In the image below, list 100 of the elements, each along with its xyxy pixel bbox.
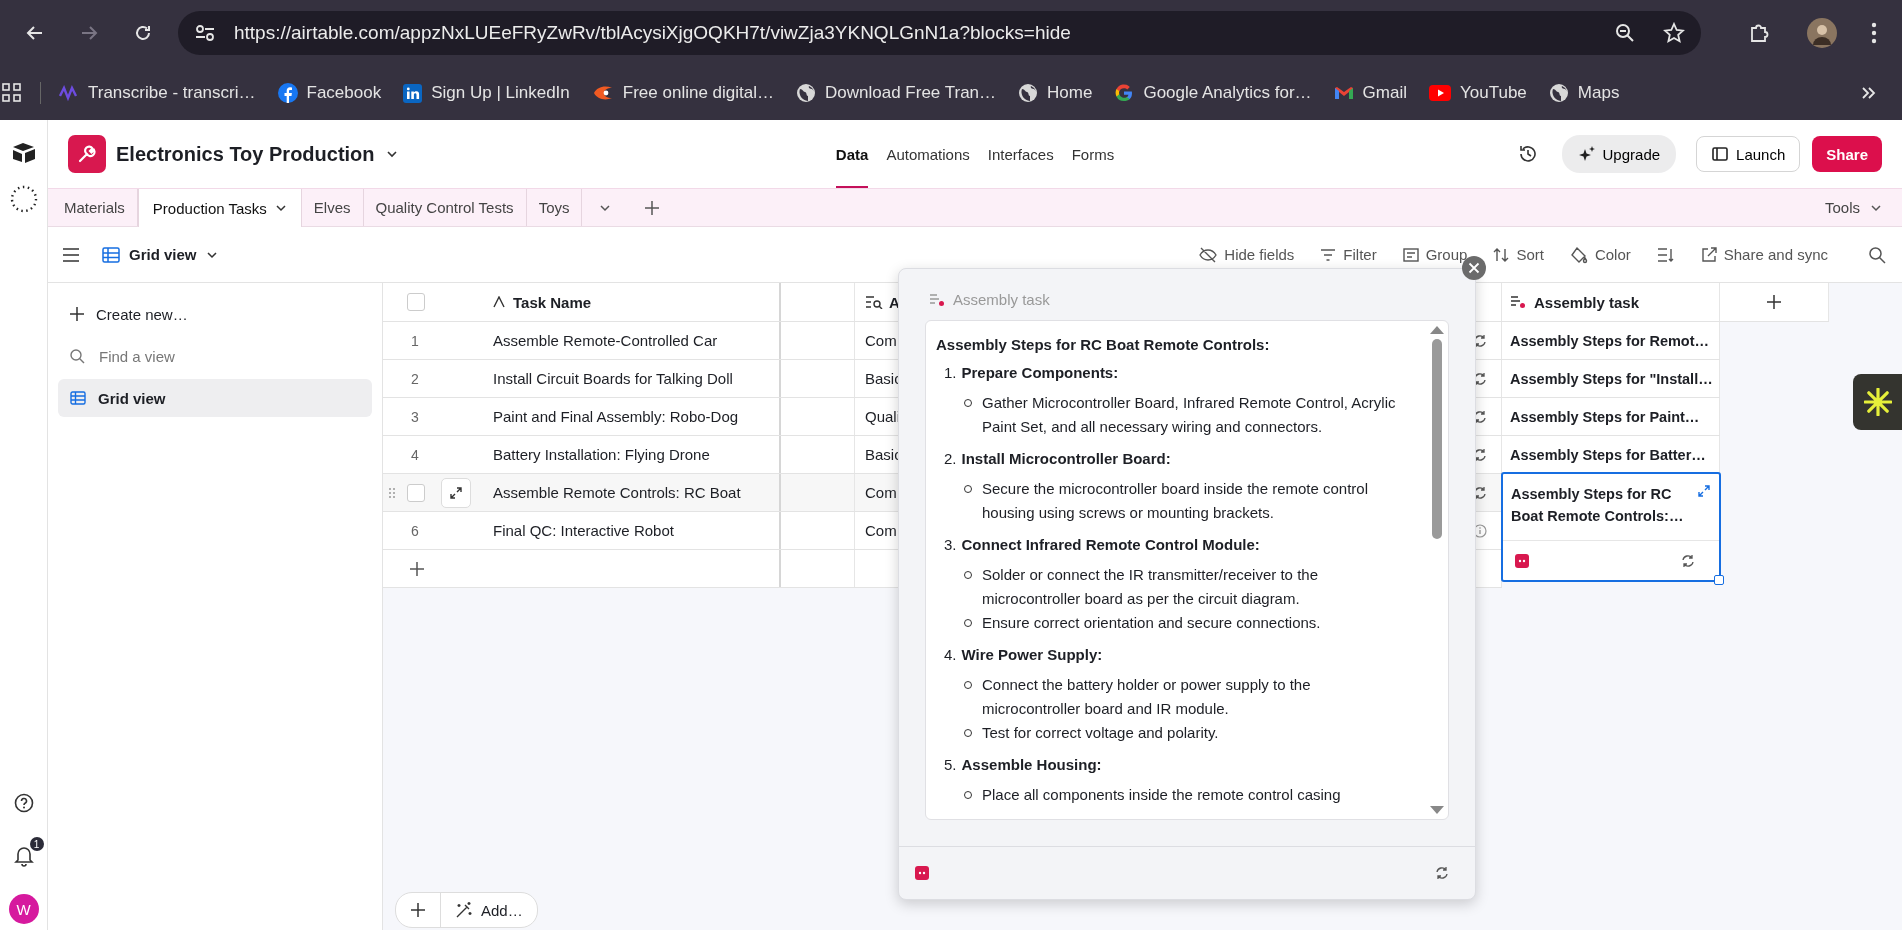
resize-handle[interactable] bbox=[1714, 575, 1724, 585]
bookmark-link[interactable]: Google Analytics for… bbox=[1114, 83, 1312, 103]
expand-record-button[interactable] bbox=[441, 477, 471, 508]
add-button[interactable]: Add… bbox=[455, 901, 523, 919]
bookmark-link[interactable]: Gmail bbox=[1333, 83, 1407, 103]
scrollbar-thumb[interactable] bbox=[1432, 339, 1442, 539]
refresh-icon[interactable] bbox=[1473, 371, 1487, 386]
view-item[interactable]: Grid view bbox=[58, 379, 372, 417]
content-heading: Assembly Steps for RC Boat Remote Controls: bbox=[936, 335, 1271, 355]
step-text: Gather Microcontroller Board, Infrared Remote Control, Acrylic Paint Set, and all necessary wiring and connectors. bbox=[982, 393, 1397, 437]
select-all-checkbox[interactable] bbox=[407, 293, 425, 311]
table-tab[interactable]: Quality Control Tests bbox=[363, 189, 527, 226]
zoom-out-icon[interactable] bbox=[1615, 23, 1635, 43]
nav-tab[interactable]: Automations bbox=[886, 120, 970, 188]
bookmark-link[interactable]: Facebook bbox=[277, 83, 382, 103]
bookmark-link[interactable]: Download Free Tran… bbox=[796, 83, 997, 103]
toolbar-button[interactable]: Share and sync bbox=[1700, 246, 1828, 263]
add-table-icon[interactable] bbox=[644, 199, 661, 216]
base-icon[interactable] bbox=[68, 135, 106, 173]
nav-tab[interactable]: Interfaces bbox=[987, 120, 1054, 188]
toolbar-button[interactable]: Sort bbox=[1493, 246, 1544, 263]
scroll-down-arrow[interactable] bbox=[1430, 805, 1444, 815]
bookmark-link[interactable]: Sign Up | LinkedIn bbox=[403, 83, 570, 103]
reload-icon[interactable] bbox=[133, 23, 153, 43]
toolbar-button[interactable]: Hide fields bbox=[1199, 246, 1295, 263]
history-icon[interactable] bbox=[1517, 144, 1538, 164]
bot-icon[interactable] bbox=[915, 866, 929, 880]
search-icon[interactable] bbox=[1868, 245, 1886, 264]
paint-bucket-icon bbox=[1569, 245, 1588, 264]
nav-tab[interactable]: Forms bbox=[1071, 120, 1115, 188]
table-tab[interactable]: Production Tasks bbox=[137, 189, 302, 227]
table-cell: Assembly Steps for Remot… bbox=[1510, 332, 1710, 349]
refresh-icon[interactable] bbox=[1473, 333, 1487, 348]
table-cell: Paint and Final Assembly: Robo-Dog bbox=[493, 408, 739, 425]
step-number: 5. bbox=[944, 755, 957, 775]
step-title: Wire Power Supply: bbox=[961, 645, 1103, 665]
refresh-icon[interactable] bbox=[1435, 866, 1449, 880]
table-cell: Com bbox=[865, 332, 897, 349]
step-title: Install Microcontroller Board: bbox=[961, 449, 1171, 469]
refresh-icon[interactable] bbox=[1473, 409, 1487, 424]
selected-cell[interactable]: Assembly Steps for RC Boat Remote Controls:… bbox=[1501, 472, 1721, 582]
globe-icon bbox=[796, 83, 816, 103]
bookmark-link[interactable]: YouTube bbox=[1429, 83, 1527, 103]
refresh-icon[interactable] bbox=[1473, 447, 1487, 462]
tools-menu[interactable]: Tools bbox=[1824, 189, 1902, 226]
table-tab[interactable]: Toys bbox=[526, 189, 583, 226]
launch-button[interactable]: Launch bbox=[1696, 136, 1801, 172]
bookmark-link[interactable]: Free online digital… bbox=[591, 83, 774, 103]
toolbar-button[interactable]: Color bbox=[1569, 245, 1631, 264]
user-avatar[interactable]: W bbox=[8, 894, 39, 924]
site-settings-icon[interactable] bbox=[194, 24, 216, 42]
bell-icon[interactable] bbox=[13, 845, 34, 867]
view-switcher[interactable]: Grid view bbox=[102, 246, 218, 263]
profile-avatar[interactable] bbox=[1807, 18, 1837, 48]
step-title: Assemble Housing: bbox=[961, 755, 1102, 775]
menu-icon[interactable] bbox=[1871, 22, 1877, 44]
create-new-button[interactable]: Create new… bbox=[58, 295, 372, 333]
column-header[interactable]: Assembly task bbox=[1502, 283, 1720, 321]
toolbar-button[interactable]: Group bbox=[1402, 246, 1468, 263]
bookmark-link[interactable]: Transcribe - transcri… bbox=[59, 83, 256, 103]
toolbar-button[interactable]: Filter bbox=[1320, 246, 1377, 263]
row-number: 2 bbox=[410, 370, 420, 387]
menu-icon[interactable] bbox=[62, 247, 80, 262]
refresh-icon[interactable] bbox=[1473, 485, 1487, 500]
caret-icon bbox=[274, 202, 287, 214]
apps-icon[interactable] bbox=[2, 83, 22, 103]
scroll-up-arrow[interactable] bbox=[1430, 325, 1444, 335]
long-text-field[interactable] bbox=[925, 320, 1449, 820]
lookup-icon bbox=[865, 295, 883, 309]
drag-handle-icon[interactable] bbox=[388, 486, 396, 499]
upgrade-button[interactable]: Upgrade bbox=[1561, 135, 1677, 173]
row-checkbox[interactable] bbox=[407, 483, 425, 502]
floating-widget[interactable] bbox=[1853, 374, 1902, 430]
extensions-icon[interactable] bbox=[1748, 22, 1770, 44]
logo-icon[interactable] bbox=[11, 142, 36, 164]
address-bar[interactable]: https://airtable.com/appzNxLUEeFRyZwRv/tblAcysiXjgOQKH7t/viwZja3YKNQLGnN1a?blocks=hide bbox=[178, 11, 1701, 55]
table-tab[interactable]: Materials bbox=[52, 189, 138, 226]
table-cell: Assemble Remote Controls: RC Boat bbox=[493, 484, 741, 501]
bookmark-link[interactable]: Maps bbox=[1548, 83, 1620, 103]
table-tab[interactable]: Elves bbox=[301, 189, 364, 226]
star-icon[interactable] bbox=[1663, 22, 1685, 44]
bot-icon[interactable] bbox=[1515, 553, 1529, 568]
find-view-field[interactable]: Find a view bbox=[97, 346, 360, 366]
step-title: Connect Infrared Remote Control Module: bbox=[961, 535, 1260, 555]
more-bookmarks-icon[interactable] bbox=[1860, 85, 1876, 101]
refresh-icon[interactable] bbox=[1681, 553, 1695, 568]
bookmark-link[interactable]: Home bbox=[1018, 83, 1093, 103]
info-icon[interactable] bbox=[1473, 523, 1487, 538]
table-cell: Com bbox=[865, 522, 897, 539]
add-icon[interactable] bbox=[410, 902, 426, 918]
share-button[interactable]: Share bbox=[1812, 136, 1882, 172]
help-icon[interactable] bbox=[13, 793, 34, 813]
loading-spinner-icon bbox=[8, 184, 39, 214]
step-text: Solder or connect the IR transmitter/receiver to the microcontroller board as per the circuit diagram. bbox=[982, 565, 1319, 609]
add-field-icon[interactable] bbox=[1766, 294, 1782, 310]
base-name[interactable]: Electronics Toy Production bbox=[116, 142, 375, 166]
table-cell: Battery Installation: Flying Drone bbox=[493, 446, 710, 463]
mail-icon bbox=[1333, 85, 1354, 101]
expand-icon[interactable] bbox=[1697, 484, 1711, 498]
add-row-icon[interactable] bbox=[409, 560, 425, 577]
